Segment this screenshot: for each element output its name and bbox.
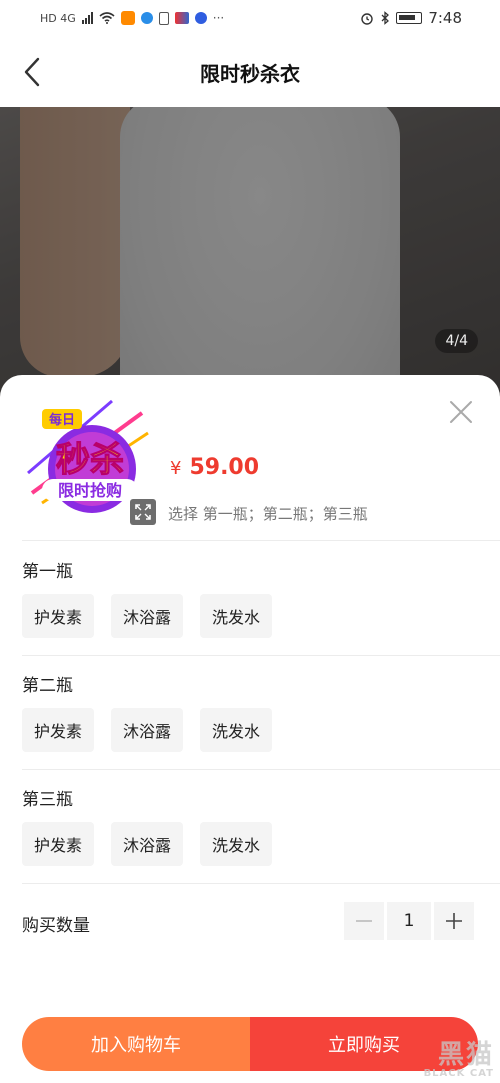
option-chip[interactable]: 沐浴露 [111,594,184,638]
watermark-cn: 黑猫 [437,1040,494,1070]
alarm-icon [361,13,374,25]
divider [22,883,500,884]
upload-notification-icon [158,11,169,25]
option-chip[interactable]: 护发素 [22,822,95,866]
globe-notification-icon [140,12,153,24]
option-row-2: 护发素 沐浴露 洗发水 [22,708,273,752]
plus-icon [446,913,462,929]
price: ¥ 59.00 [170,455,259,480]
dim-overlay[interactable] [0,107,500,397]
nav-bar: 限时秒杀衣 [0,36,500,108]
signal-icon [81,12,93,24]
divider [22,540,500,541]
decrease-button[interactable] [344,902,384,940]
option-group-title-1: 第一瓶 [22,562,73,582]
paw-notification-icon [194,12,207,24]
app-notification-icon [120,11,135,25]
close-icon [450,401,472,423]
option-chip[interactable]: 洗发水 [200,594,273,638]
screen: HD 4G ··· 7:48 限时秒杀衣 4/4 每日 秒杀 限时抢购 ¥ 59… [0,0,500,1083]
watermark-en: BLACK CAT [423,1068,494,1079]
network-type: HD 4G [40,11,76,25]
back-button[interactable] [14,54,50,90]
status-right: 7:48 [360,9,462,27]
option-chip[interactable]: 沐浴露 [111,708,184,752]
thumb-text-middle: 秒杀 [56,440,124,480]
page-title: 限时秒杀衣 [200,61,300,86]
app2-notification-icon [174,12,189,24]
expand-icon [135,504,151,520]
status-bar: HD 4G ··· 7:48 [0,0,500,36]
divider [22,655,500,656]
more-notifications-icon: ··· [212,11,225,25]
minus-icon [356,920,372,922]
option-row-1: 护发素 沐浴露 洗发水 [22,594,273,638]
option-chip[interactable]: 沐浴露 [111,822,184,866]
wifi-icon [99,12,115,24]
quantity-stepper: 1 [344,902,474,940]
battery-icon [396,12,423,24]
quantity-label: 购买数量 [22,916,90,936]
gallery-page-indicator: 4/4 [435,329,478,353]
increase-button[interactable] [434,902,474,940]
option-chip[interactable]: 洗发水 [200,822,273,866]
option-chip[interactable]: 护发素 [22,594,95,638]
option-chip[interactable]: 洗发水 [200,708,273,752]
back-arrow-icon [24,57,40,87]
selection-hint: 选择 第一瓶；第二瓶；第三瓶 [168,505,368,523]
quantity-input[interactable]: 1 [387,902,431,940]
price-value: 59.00 [189,455,260,480]
thumb-text-bottom: 限时抢购 [58,481,122,500]
option-chip[interactable]: 护发素 [22,708,95,752]
product-photo[interactable]: 4/4 [0,107,500,397]
option-group-title-2: 第二瓶 [22,676,73,696]
bluetooth-icon [381,11,390,25]
thumb-text-top: 每日 [49,412,75,428]
sku-bottom-sheet: 每日 秒杀 限时抢购 ¥ 59.00 选择 第一瓶；第二瓶；第三瓶 第一瓶 护发… [0,375,500,1083]
option-group-title-3: 第三瓶 [22,790,73,810]
expand-image-button[interactable] [130,499,156,525]
status-left: HD 4G ··· [40,11,224,25]
close-button[interactable] [446,397,476,427]
add-to-cart-button[interactable]: 加入购物车 [22,1017,250,1071]
status-time: 7:48 [428,9,462,27]
divider [22,769,500,770]
watermark-logo: 黑猫 BLACK CAT [394,1021,494,1079]
option-row-3: 护发素 沐浴露 洗发水 [22,822,273,866]
price-symbol: ¥ [170,458,182,479]
